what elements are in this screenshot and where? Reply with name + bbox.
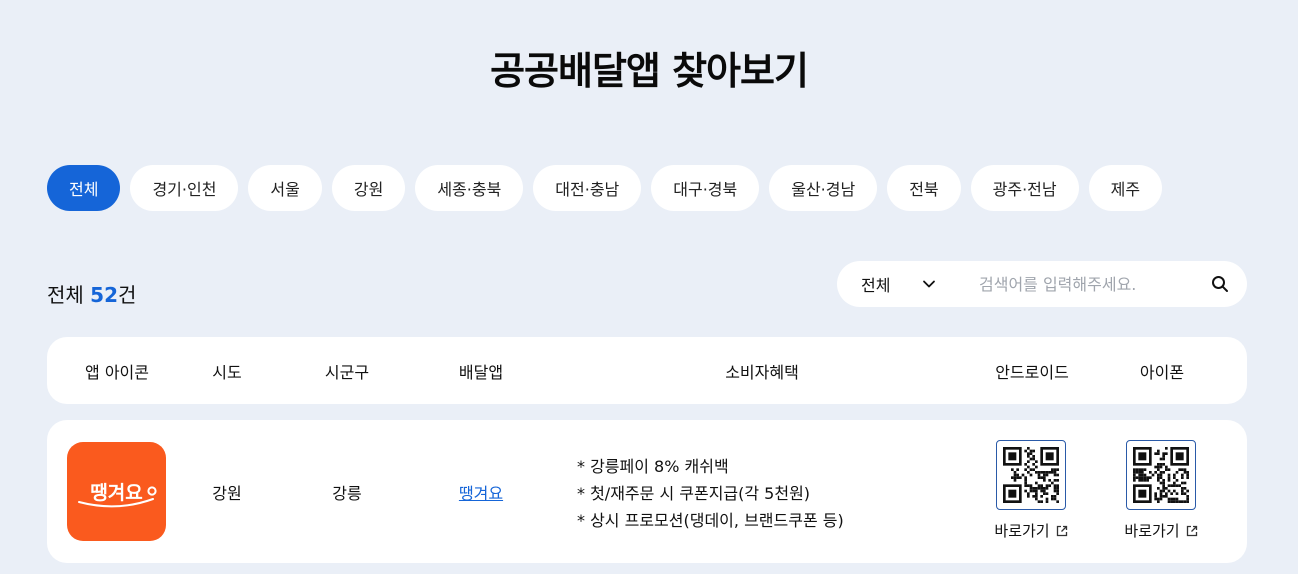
result-count-prefix: 전체 (47, 283, 84, 307)
column-header-sido: 시도 (212, 362, 242, 382)
benefit-item: * 상시 프로모션(댕데이, 브랜드쿠폰 등) (577, 511, 844, 530)
cell-iphone: 바로가기 (1124, 440, 1197, 541)
region-tab-gyeonggi-incheon[interactable]: 경기·인천 (130, 165, 239, 211)
result-count-suffix: 건 (118, 283, 137, 307)
search-box: 전체 (837, 261, 1247, 307)
search-button[interactable] (1209, 273, 1231, 295)
column-header-delivery-app: 배달앱 (458, 362, 504, 382)
cell-delivery-app: 땡겨요 (431, 420, 531, 563)
cell-benefits: * 강릉페이 8% 캐쉬백 * 첫/재주문 시 쿠폰지급(각 5천원) * 상시… (577, 453, 844, 534)
column-header-app-icon: 앱 아이콘 (85, 362, 149, 382)
table-header: 앱 아이콘 시도 시군구 배달앱 소비자혜택 안드로이드 아이폰 (47, 337, 1247, 404)
column-header-benefits: 소비자혜택 (725, 362, 799, 382)
cell-sigungu: 강릉 (332, 483, 362, 503)
region-tab-daegu-gyeongbuk[interactable]: 대구·경북 (651, 165, 760, 211)
page: 공공배달앱 찾아보기 전체 경기·인천 서울 강원 세종·충북 대전·충남 대구… (0, 0, 1298, 574)
android-link[interactable]: 바로가기 (994, 520, 1067, 541)
benefit-item: * 강릉페이 8% 캐쉬백 (577, 457, 729, 476)
table-row: 땡겨요 강원 강릉 땡겨요 * 강릉페이 8% 캐쉬백 * 첫/재주문 시 쿠폰… (47, 420, 1247, 563)
column-header-iphone: 아이폰 (1139, 362, 1185, 382)
region-tab-ulsan-gyeongnam[interactable]: 울산·경남 (769, 165, 878, 211)
qr-code-icon (1133, 447, 1189, 503)
region-tabs: 전체 경기·인천 서울 강원 세종·충북 대전·충남 대구·경북 울산·경남 전… (47, 165, 1163, 211)
column-header-android: 안드로이드 (995, 362, 1069, 382)
iphone-link-label: 바로가기 (1124, 522, 1180, 540)
region-tab-jeju[interactable]: 제주 (1088, 165, 1163, 211)
page-title: 공공배달앱 찾아보기 (490, 49, 809, 93)
result-count-number: 52 (90, 283, 119, 307)
region-tab-gwangju-jeonnam[interactable]: 광주·전남 (970, 165, 1079, 211)
delivery-app-link[interactable]: 땡겨요 (459, 480, 503, 504)
search-category-select[interactable]: 전체 (861, 272, 969, 296)
result-count: 전체 52건 (47, 279, 136, 308)
android-qr-code (996, 440, 1066, 510)
search-category-value: 전체 (861, 276, 891, 295)
iphone-qr-code (1126, 440, 1196, 510)
chevron-down-icon (923, 280, 936, 288)
region-tab-gangwon[interactable]: 강원 (331, 165, 406, 211)
external-link-icon (1186, 525, 1197, 536)
search-input[interactable] (979, 274, 1209, 294)
android-link-label: 바로가기 (994, 522, 1050, 540)
cell-android: 바로가기 (994, 440, 1067, 541)
iphone-link[interactable]: 바로가기 (1124, 520, 1197, 541)
region-tab-all[interactable]: 전체 (47, 165, 121, 211)
region-tab-jeonbuk[interactable]: 전북 (887, 165, 961, 211)
benefit-item: * 첫/재주문 시 쿠폰지급(각 5천원) (577, 484, 811, 503)
qr-code-icon (1003, 447, 1059, 503)
region-tab-seoul[interactable]: 서울 (248, 165, 322, 211)
external-link-icon (1056, 525, 1067, 536)
app-icon-text: 땡겨요 (90, 482, 142, 504)
column-header-sigungu: 시군구 (324, 362, 370, 382)
app-icon[interactable]: 땡겨요 (67, 442, 166, 541)
ddaengyeoyo-logo-icon: 땡겨요 (78, 482, 157, 508)
search-icon (1212, 276, 1228, 292)
cell-sido: 강원 (212, 483, 242, 503)
region-tab-sejong-chungbuk[interactable]: 세종·충북 (415, 165, 524, 211)
region-tab-daejeon-chungnam[interactable]: 대전·충남 (533, 165, 642, 211)
